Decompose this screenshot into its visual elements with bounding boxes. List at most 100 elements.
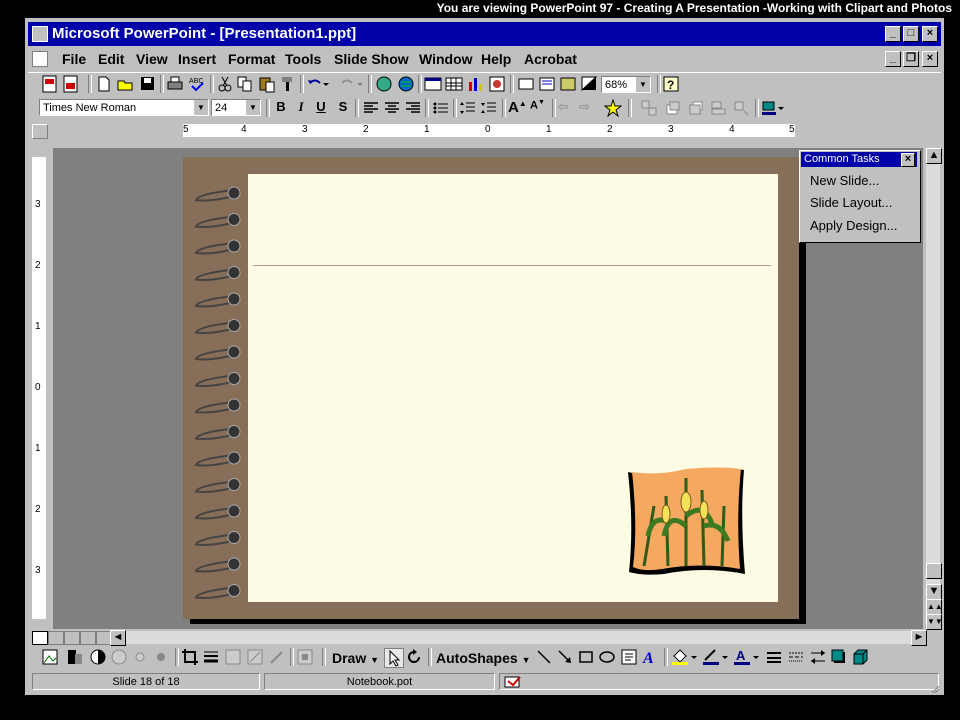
spelling-icon[interactable]: ABC [188,75,206,93]
font-color-icon[interactable]: A [733,648,751,666]
text-box-icon[interactable] [620,648,638,666]
line-style-icon[interactable] [765,648,783,666]
ungroup-icon[interactable] [640,99,658,117]
recolor-picture-icon[interactable] [224,648,242,666]
apply-design-button[interactable]: Apply Design... [810,218,897,233]
increase-spacing-icon[interactable] [459,99,477,117]
shadow-icon[interactable] [830,648,848,666]
select-objects-icon[interactable] [384,648,404,668]
slide-sorter-icon[interactable] [80,631,96,645]
demote-icon[interactable]: ⇨ [579,99,597,117]
insert-excel-icon[interactable] [445,75,463,93]
line-color-dropdown-icon[interactable] [721,650,729,668]
chevron-down-icon[interactable]: ▼ [193,100,208,115]
more-contrast-icon[interactable] [89,648,107,666]
scroll-down-arrow-icon[interactable]: ▼ [926,584,942,600]
rectangle-icon[interactable] [577,648,595,666]
less-contrast-icon[interactable] [110,648,128,666]
corn-clipart-icon[interactable] [624,466,749,582]
font-select[interactable]: Times New Roman ▼ [39,99,209,116]
doc-close-button[interactable]: × [922,51,938,67]
fill-color-icon[interactable] [760,99,778,117]
print-icon[interactable] [166,75,184,93]
minimize-button[interactable]: _ [885,26,901,42]
slide-layout-button[interactable]: Slide Layout... [810,195,892,210]
free-rotate-icon[interactable] [405,648,423,666]
maximize-button[interactable]: □ [903,26,919,42]
normal-view-icon[interactable] [32,631,48,645]
slide-layout-icon[interactable] [538,75,556,93]
paste-icon[interactable] [258,75,276,93]
image-control-icon[interactable] [66,648,84,666]
fill-color-icon[interactable] [671,648,689,666]
vertical-ruler[interactable]: 3 2 1 0 1 2 3 [32,157,46,619]
hyperlink-icon[interactable] [375,75,393,93]
align-left-icon[interactable] [362,99,380,117]
dash-style-icon[interactable] [787,648,805,666]
font-color-dropdown-icon[interactable] [752,650,760,668]
bring-forward-icon[interactable] [664,99,682,117]
menu-format[interactable]: Format [228,51,275,67]
black-and-white-icon[interactable] [580,75,598,93]
menu-file[interactable]: File [62,51,86,67]
align-center-icon[interactable] [383,99,401,117]
insert-picture-icon[interactable] [41,648,59,666]
insert-chart-icon[interactable] [467,75,485,93]
chevron-down-icon[interactable]: ▼ [245,100,260,115]
insert-clipart-icon[interactable] [488,75,506,93]
arrow-style-icon[interactable] [809,648,827,666]
vertical-scrollbar[interactable] [926,148,940,629]
menu-help[interactable]: Help [481,51,511,67]
draw-menu-button[interactable]: Draw ▼ [332,650,379,666]
pdf-mail-icon[interactable] [62,75,80,93]
menu-edit[interactable]: Edit [98,51,124,67]
decrease-spacing-icon[interactable] [480,99,498,117]
doc-minimize-button[interactable]: _ [885,51,901,67]
outline-view-icon[interactable] [48,631,64,645]
save-icon[interactable] [139,75,157,93]
format-picture-icon[interactable] [246,648,264,666]
doc-restore-button[interactable]: ❐ [903,51,919,67]
reset-picture-icon[interactable] [296,648,314,666]
cut-icon[interactable] [216,75,234,93]
undo-dropdown-icon[interactable] [322,77,330,95]
menu-window[interactable]: Window [419,51,473,67]
open-icon[interactable] [117,75,135,93]
italic-icon[interactable]: I [292,99,310,117]
less-brightness-icon[interactable] [152,648,170,666]
new-slide-icon[interactable] [517,75,535,93]
close-icon[interactable]: × [901,153,915,167]
app-icon[interactable] [32,26,48,42]
line-icon[interactable] [535,648,553,666]
menu-slide-show[interactable]: Slide Show [334,51,409,67]
more-brightness-icon[interactable] [131,648,149,666]
arrow-icon[interactable] [556,648,574,666]
fill-color-dropdown-icon[interactable] [777,101,785,119]
set-transparent-color-icon[interactable] [268,648,286,666]
menu-insert[interactable]: Insert [178,51,216,67]
bullets-icon[interactable] [432,99,450,117]
3d-icon[interactable] [851,648,869,666]
underline-icon[interactable]: U [312,99,330,117]
next-slide-icon[interactable]: ▼▼ [926,614,943,630]
scroll-up-arrow-icon[interactable]: ▲ [926,148,942,164]
format-painter-icon[interactable] [279,75,297,93]
decrease-font-size-icon[interactable]: A▼ [530,99,548,117]
distribute-icon[interactable] [732,99,750,117]
doc-icon[interactable] [32,51,48,67]
align-right-icon[interactable] [404,99,422,117]
send-backward-icon[interactable] [687,99,705,117]
previous-slide-icon[interactable]: ▲▲ [926,599,943,615]
new-slide-button[interactable]: New Slide... [810,173,879,188]
horizontal-ruler[interactable]: 5 4 3 2 1 0 1 2 3 4 5 [183,124,795,137]
font-size-select[interactable]: 24 ▼ [211,99,261,116]
menu-acrobat[interactable]: Acrobat [524,51,577,67]
menu-view[interactable]: View [136,51,168,67]
promote-icon[interactable]: ⇦ [558,99,576,117]
common-tasks-title-bar[interactable]: Common Tasks [801,152,917,167]
bold-icon[interactable]: B [272,99,290,117]
increase-font-size-icon[interactable]: A▲ [508,99,527,117]
align-objects-icon[interactable] [710,99,728,117]
copy-icon[interactable] [236,75,254,93]
resize-grip-icon[interactable] [931,683,940,694]
